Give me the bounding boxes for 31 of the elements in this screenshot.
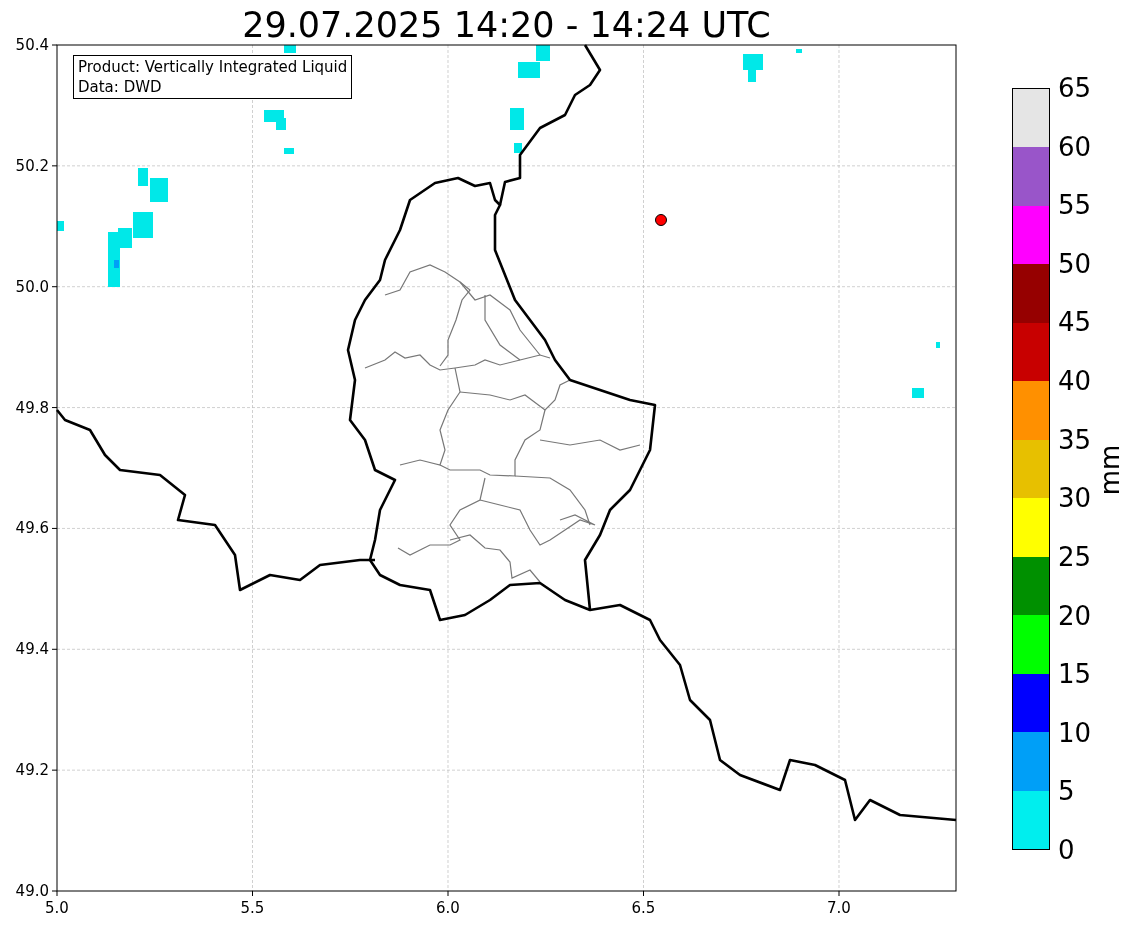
x-tick-label: 5.5 (239, 899, 266, 917)
colorbar-tick-label: 35 (1058, 424, 1092, 455)
x-tick-label: 6.5 (630, 899, 657, 917)
colorbar-tick-label: 50 (1058, 248, 1092, 279)
colorbar-tick-label: 15 (1058, 659, 1092, 690)
colorbar-tick-label: 20 (1058, 600, 1092, 631)
x-tick-label: 6.0 (435, 899, 461, 917)
legend-text: Data: DWD (78, 77, 163, 97)
x-tick-label: 5.0 (44, 899, 70, 917)
colorbar-label: mm (1095, 444, 1126, 496)
colorbar-tick-label: 10 (1058, 717, 1092, 748)
y-tick-label: 49.2 (14, 761, 49, 780)
y-tick-label: 49.8 (14, 398, 49, 417)
colorbar-tick-label: 0 (1058, 835, 1075, 865)
colorbar-tick-label: 40 (1058, 366, 1092, 397)
colorbar-tick-label: 5 (1058, 776, 1075, 807)
y-tick-label: 50.0 (14, 277, 49, 296)
y-tick-label: 49.0 (14, 882, 49, 900)
colorbar-tick-label: 30 (1058, 483, 1092, 514)
y-tick-label: 49.6 (14, 519, 49, 538)
legend-text: Product: Vertically Integrated Liquid (78, 57, 348, 77)
y-tick-label: 50.4 (14, 36, 49, 54)
x-tick-label: 7.0 (826, 899, 852, 917)
colorbar-tick-label: 25 (1058, 541, 1092, 572)
colorbar-tick-label: 45 (1058, 307, 1092, 338)
colorbar-tick-label: 65 (1058, 73, 1092, 103)
colorbar-tick-label: 55 (1058, 190, 1092, 221)
chart-title: 29.07.2025 14:20 - 14:24 UTC (241, 4, 772, 47)
y-tick-label: 50.2 (14, 156, 49, 175)
colorbar-tick-label: 60 (1058, 131, 1092, 162)
y-tick-label: 49.4 (14, 640, 49, 659)
